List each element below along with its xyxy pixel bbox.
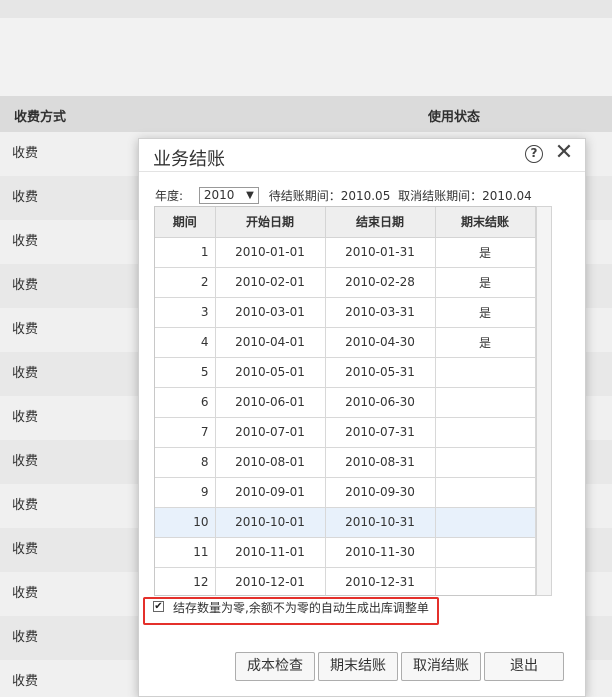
table-cell: 2010-10-01 [215, 507, 326, 538]
column-header[interactable]: 期间 [155, 207, 216, 238]
dialog-title: 业务结账 [153, 149, 225, 170]
table-cell: 2010-05-31 [325, 357, 436, 388]
auto-adjust-checkbox-label[interactable]: 结存数量为零,余额不为零的自动生成出库调整单 [173, 599, 429, 616]
table-row[interactable]: 2 2010-02-01 2010-02-28 是 [155, 267, 536, 298]
table-cell: 7 [155, 417, 216, 448]
table-cell [435, 567, 536, 595]
table-cell: 9 [155, 477, 216, 508]
help-icon[interactable]: ? [525, 145, 543, 163]
table-cell: 4 [155, 327, 216, 358]
table-cell: 11 [155, 537, 216, 568]
table-cell: 2010-04-01 [215, 327, 326, 358]
table-cell: 1 [155, 237, 216, 268]
table-cell: 2010-01-31 [325, 237, 436, 268]
table-cell: 2010-10-31 [325, 507, 436, 538]
table-row[interactable]: 10 2010-10-01 2010-10-31 [155, 507, 536, 538]
top-bar [0, 0, 612, 18]
table-cell: 2010-12-01 [215, 567, 326, 595]
table-cell: 2010-07-01 [215, 417, 326, 448]
cost-check-button[interactable]: 成本检查 [235, 652, 315, 681]
year-value: 2010 [203, 188, 235, 202]
pending-period-text: 待结账期间：2010.05 [268, 189, 391, 203]
table-cell: 8 [155, 447, 216, 478]
table-cell: 2010-02-28 [325, 267, 436, 298]
table-cell: 2010-03-31 [325, 297, 436, 328]
close-icon[interactable]: ✕ [553, 141, 575, 165]
year-label: 年度: [155, 189, 184, 203]
column-header[interactable]: 开始日期 [215, 207, 326, 238]
table-cell: 2010-11-01 [215, 537, 326, 568]
table-row[interactable]: 1 2010-01-01 2010-01-31 是 [155, 237, 536, 268]
period-close-dialog: 业务结账 ? ✕ 年度: 2010 ▼ 待结账期间：2010.05 取消结账期间：… [138, 138, 586, 697]
table-cell: 2 [155, 267, 216, 298]
table-cell: 10 [155, 507, 216, 538]
table-cell: 2010-06-01 [215, 387, 326, 418]
table-cell: 2010-08-31 [325, 447, 436, 478]
table-row[interactable]: 9 2010-09-01 2010-09-30 [155, 477, 536, 508]
table-cell [435, 387, 536, 418]
table-row[interactable]: 11 2010-11-01 2010-11-30 [155, 537, 536, 568]
table-cell: 2010-08-01 [215, 447, 326, 478]
table-cell: 12 [155, 567, 216, 595]
table-cell [435, 447, 536, 478]
table-cell: 2010-03-01 [215, 297, 326, 328]
period-table: 期间 开始日期 结束日期 期末结账 1 2010-01-01 2010-01-31 是 2 20… [155, 207, 536, 595]
table-cell: 2010-12-31 [325, 567, 436, 595]
table-row[interactable]: 5 2010-05-01 2010-05-31 [155, 357, 536, 388]
table-cell: 2010-07-31 [325, 417, 436, 448]
table-cell [435, 417, 536, 448]
table-cell: 3 [155, 297, 216, 328]
title-divider [139, 171, 585, 172]
table-cell: 是 [435, 327, 536, 358]
table-cell: 是 [435, 267, 536, 298]
table-header-row: 期间 开始日期 结束日期 期末结账 [155, 207, 536, 238]
table-cell: 是 [435, 237, 536, 268]
table-row[interactable]: 7 2010-07-01 2010-07-31 [155, 417, 536, 448]
grid-scrollbar[interactable] [536, 206, 552, 596]
exit-button[interactable]: 退出 [484, 652, 564, 681]
column-header[interactable]: 期末结账 [435, 207, 536, 238]
period-grid: 期间 开始日期 结束日期 期末结账 1 2010-01-01 2010-01-31 是 2 20… [154, 206, 552, 596]
table-cell [435, 507, 536, 538]
toolbar-area [0, 18, 612, 96]
table-cell [435, 357, 536, 388]
chevron-down-icon: ▼ [246, 190, 254, 201]
table-row[interactable]: 12 2010-12-01 2010-12-31 [155, 567, 536, 595]
table-row[interactable]: 8 2010-08-01 2010-08-31 [155, 447, 536, 478]
cancel-close-button[interactable]: 取消结账 [401, 652, 481, 681]
table-cell: 5 [155, 357, 216, 388]
table-cell: 是 [435, 297, 536, 328]
auto-adjust-checkbox[interactable]: ✔ [153, 601, 164, 612]
cancel-period-text: 取消结账期间：2010.04 [398, 189, 532, 203]
column-header[interactable]: 结束日期 [325, 207, 436, 238]
table-cell: 2010-01-01 [215, 237, 326, 268]
table-row[interactable]: 6 2010-06-01 2010-06-30 [155, 387, 536, 418]
year-select[interactable]: 2010 ▼ [198, 187, 259, 204]
table-cell: 2010-02-01 [215, 267, 326, 298]
table-cell: 2010-09-30 [325, 477, 436, 508]
table-cell: 6 [155, 387, 216, 418]
table-cell: 2010-04-30 [325, 327, 436, 358]
table-cell [435, 537, 536, 568]
period-close-button[interactable]: 期末结账 [318, 652, 398, 681]
year-line: 年度: 2010 ▼ 待结账期间：2010.05 取消结账期间：2010.04 [155, 187, 532, 204]
table-cell [435, 477, 536, 508]
table-row[interactable]: 4 2010-04-01 2010-04-30 是 [155, 327, 536, 358]
table-cell: 2010-09-01 [215, 477, 326, 508]
table-cell: 2010-05-01 [215, 357, 326, 388]
table-cell: 2010-06-30 [325, 387, 436, 418]
table-row[interactable]: 3 2010-03-01 2010-03-31 是 [155, 297, 536, 328]
table-cell: 2010-11-30 [325, 537, 436, 568]
